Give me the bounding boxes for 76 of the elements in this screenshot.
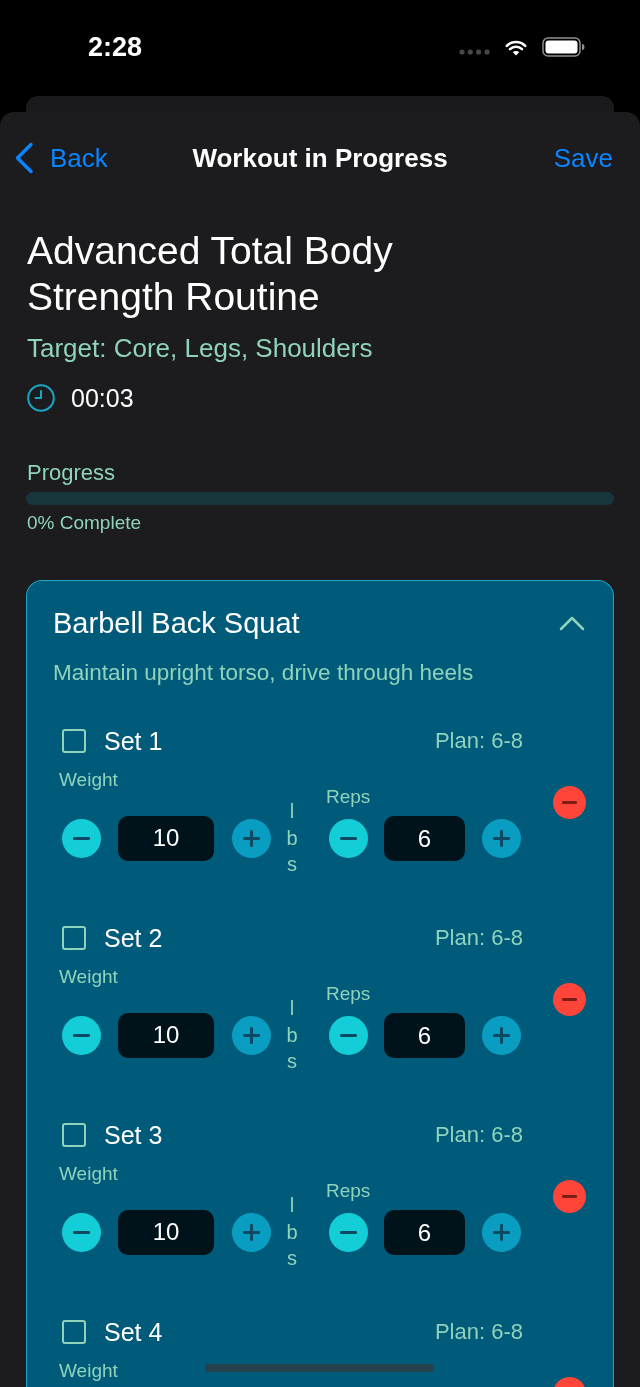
weight-field[interactable]: 10 xyxy=(118,1209,214,1255)
delete-set-button[interactable] xyxy=(553,982,586,1016)
plus-icon xyxy=(243,829,260,847)
reps-decrease-button[interactable] xyxy=(329,1016,368,1055)
plus-icon xyxy=(243,1223,260,1241)
minus-icon xyxy=(340,1034,357,1037)
minus-icon xyxy=(562,800,577,804)
reps-field[interactable]: 6 xyxy=(384,816,465,861)
delete-set-button[interactable] xyxy=(553,1179,586,1213)
progress-label: Progress xyxy=(26,460,116,486)
weight-label: Weight xyxy=(59,1360,118,1382)
elapsed-time: 00:03 xyxy=(71,383,134,413)
set-plan: Plan: 6-8 xyxy=(434,925,523,951)
chevron-up-icon[interactable] xyxy=(559,615,585,631)
reps-field[interactable]: 6 xyxy=(384,1013,465,1058)
set-checkbox[interactable] xyxy=(62,1123,86,1147)
exercise-name: Barbell Back Squat xyxy=(53,606,300,640)
weight-unit: lbs xyxy=(286,1193,298,1272)
set-checkbox[interactable] xyxy=(62,926,86,950)
minus-icon xyxy=(340,1231,357,1234)
reps-label: Reps xyxy=(326,1180,371,1202)
set-label: Set 4 xyxy=(104,1317,163,1347)
weight-label: Weight xyxy=(59,769,118,791)
signal-icon xyxy=(459,49,490,55)
weight-increase-button[interactable] xyxy=(232,1212,271,1252)
weight-label: Weight xyxy=(59,1163,118,1185)
plus-icon xyxy=(243,1026,260,1044)
reps-label: Reps xyxy=(326,983,371,1005)
target-muscles: Target: Core, Legs, Shoulders xyxy=(26,333,373,363)
save-button[interactable]: Save xyxy=(553,142,613,174)
plus-icon xyxy=(493,1027,510,1044)
progress-caption: 0% Complete xyxy=(26,512,142,534)
set-checkbox[interactable] xyxy=(62,729,86,753)
minus-icon xyxy=(73,1033,90,1037)
weight-decrease-button[interactable] xyxy=(62,818,101,858)
minus-icon xyxy=(73,1230,90,1234)
reps-decrease-button[interactable] xyxy=(329,1213,368,1252)
minus-icon xyxy=(340,837,357,840)
battery-icon xyxy=(542,37,585,57)
weight-field[interactable]: 10 xyxy=(118,815,214,861)
set-plan: Plan: 6-8 xyxy=(434,728,523,754)
reps-label: Reps xyxy=(326,786,371,808)
reps-increase-button[interactable] xyxy=(482,1016,521,1055)
weight-increase-button[interactable] xyxy=(232,818,271,858)
back-chevron-icon xyxy=(14,142,34,174)
set-checkbox[interactable] xyxy=(62,1320,86,1344)
delete-set-button[interactable] xyxy=(553,785,586,819)
wifi-icon xyxy=(505,38,527,56)
exercise-note: Maintain upright torso, drive through heels xyxy=(53,659,474,687)
back-button[interactable]: Back xyxy=(14,142,108,174)
minus-icon xyxy=(562,1194,577,1198)
nav-title: Workout in Progress xyxy=(192,142,448,174)
weight-field[interactable]: 10 xyxy=(118,1012,214,1058)
set-label: Set 2 xyxy=(104,923,163,953)
set-label: Set 3 xyxy=(104,1120,163,1150)
reps-decrease-button[interactable] xyxy=(329,819,368,858)
reps-increase-button[interactable] xyxy=(482,1213,521,1252)
reps-field[interactable]: 6 xyxy=(384,1210,465,1255)
clock-icon xyxy=(27,384,55,412)
reps-increase-button[interactable] xyxy=(482,819,521,858)
weight-increase-button[interactable] xyxy=(232,1015,271,1055)
back-label: Back xyxy=(50,142,108,174)
plus-icon xyxy=(493,1224,510,1241)
weight-unit: lbs xyxy=(286,799,298,878)
set-plan: Plan: 6-8 xyxy=(434,1319,523,1345)
set-label: Set 1 xyxy=(104,726,163,756)
minus-icon xyxy=(562,997,577,1001)
plus-icon xyxy=(493,830,510,847)
minus-icon xyxy=(73,836,90,840)
weight-decrease-button[interactable] xyxy=(62,1212,101,1252)
set-plan: Plan: 6-8 xyxy=(434,1122,523,1148)
workout-title: Advanced Total Body Strength Routine xyxy=(26,228,394,320)
weight-label: Weight xyxy=(59,966,118,988)
weight-decrease-button[interactable] xyxy=(62,1015,101,1055)
weight-unit: lbs xyxy=(286,996,298,1075)
status-time: 2:28 xyxy=(88,31,143,64)
